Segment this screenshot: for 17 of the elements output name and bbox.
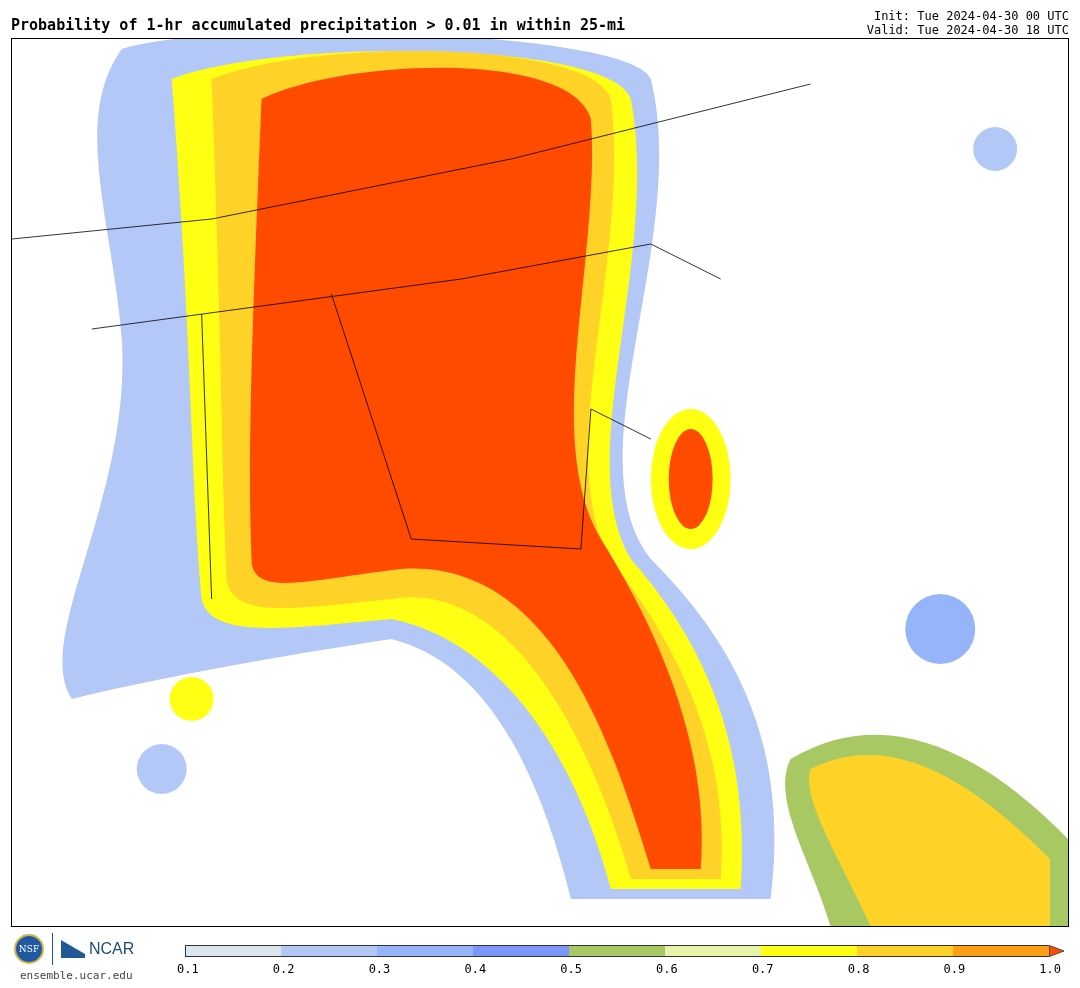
tick-label: 0.6	[656, 962, 678, 976]
site-url: ensemble.ucar.edu	[19, 969, 134, 982]
init-time: Init: Tue 2024-04-30 00 UTC	[872, 9, 1069, 23]
tick-label: 0.1	[177, 962, 199, 976]
valid-time: Valid: Tue 2024-04-30 18 UTC	[866, 23, 1069, 37]
nsf-logo: NSF	[14, 934, 44, 964]
tick-label: 1.0	[1039, 962, 1061, 976]
tick-label: 0.4	[464, 962, 487, 976]
tick-label: 0.7	[751, 962, 774, 976]
triangle-icon	[61, 940, 85, 958]
tick-label: 0.3	[368, 962, 391, 976]
tick-label: 0.9	[943, 962, 966, 976]
tick-label: 0.8	[847, 962, 870, 976]
tick-label: 0.2	[272, 962, 295, 976]
ncar-logo: NCAR	[89, 940, 135, 958]
plot-title: Probability of 1-hr accumulated precipitation > 0.01 in within 25-mi	[11, 16, 626, 36]
tick-label: 0.5	[560, 962, 582, 976]
